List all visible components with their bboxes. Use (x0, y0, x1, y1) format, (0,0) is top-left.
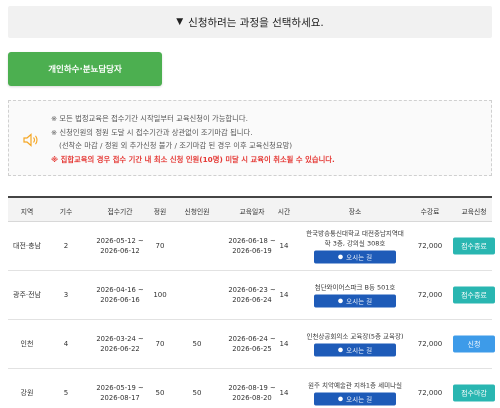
place-line-2: 학 3층, 강의실 308호 (324, 239, 386, 248)
directions-label: 오시는 길 (346, 253, 373, 261)
cell-region: 인천 (20, 340, 34, 348)
cell-region: 대전·충남 (13, 242, 41, 250)
header-place: 장소 (348, 208, 362, 216)
cell-status: 접수마감 (452, 384, 496, 402)
directions-label: 오시는 길 (346, 346, 373, 354)
notice-warning: ※ 집합교육의 경우 접수 기간 내 최소 신청 인원(10명) 미달 시 교육… (51, 154, 335, 164)
cell-quota: 70 (155, 340, 165, 348)
directions-button[interactable]: ● 오시는 길 (314, 392, 396, 406)
place-line-1: 인천상공회의소 교육장(5층 교육장) (306, 332, 404, 341)
header-time: 시간 (277, 208, 291, 216)
apply-button[interactable]: 신청 (453, 335, 495, 353)
cell-fee: 72,000 (417, 389, 443, 397)
header-status: 교육신청 (461, 208, 487, 216)
notice-line-3: (선착순 마감 / 정원 외 추가신청 불가 / 조기마감 된 경우 이후 교육… (59, 141, 293, 150)
location-pin-icon: ● (337, 346, 344, 353)
header-region: 지역 (20, 208, 34, 216)
cell-status: 접수종료 (452, 237, 496, 255)
directions-label: 오시는 길 (346, 395, 373, 403)
cell-fee: 72,000 (417, 340, 443, 348)
course-button[interactable]: 개인하수·분뇨담당자 (8, 52, 162, 86)
table-row: 광주·전남 3 2026-04-16 ~ 2026-06-16 100 2026… (8, 271, 495, 320)
banner-text: 신청하려는 과정을 선택하세요. (188, 16, 324, 29)
cell-fee: 72,000 (417, 242, 443, 250)
location-pin-icon: ● (337, 253, 344, 260)
speaker-icon (23, 133, 38, 147)
cell-place: 한국방송통신대학교 대전충남지역대 학 3층, 강의실 308호 ● 오시는 길 (296, 229, 414, 264)
notice-box: ※ 모든 법정교육은 접수기간 시작일부터 교육신청이 가능합니다. ※ 신청인… (8, 100, 492, 176)
place-line-1: 원주 치악예술관 지하1층 세미나실 (307, 381, 403, 390)
table-header: 지역 기수 접수기간 정원 신청인원 교육일자 시간 장소 수강료 교육신청 (8, 198, 492, 222)
cell-time: 14 (279, 242, 289, 250)
header-applied: 신청인원 (184, 208, 210, 216)
table-row: 강원 5 2026-05-19 ~ 2026-08-17 50 50 2026-… (8, 369, 495, 408)
cell-fee: 72,000 (417, 291, 443, 299)
cell-time: 14 (279, 389, 289, 397)
table-row: 대전·충남 2 2026-05-12 ~ 2026-06-12 70 2026-… (8, 222, 495, 271)
cell-term: 2 (63, 242, 69, 250)
cell-region: 강원 (20, 389, 34, 397)
cell-status: 신청 (452, 335, 496, 353)
triangle-down-icon: ▼ (176, 17, 184, 27)
header-term: 기수 (59, 208, 73, 216)
cell-time: 14 (279, 340, 289, 348)
notice-line-2: ※ 신청인원의 정원 도달 시 접수기간과 상관없이 조기마감 됩니다. (51, 127, 253, 137)
cell-place: 원주 치악예술관 지하1층 세미나실 ● 오시는 길 (296, 381, 414, 406)
table-row: 인천 4 2026-03-24 ~ 2026-06-22 70 50 2026-… (8, 320, 495, 369)
cell-quota: 50 (155, 389, 165, 397)
cell-time: 14 (279, 291, 289, 299)
place-line-1: 한국방송통신대학교 대전충남지역대 (306, 229, 404, 238)
directions-button[interactable]: ● 오시는 길 (314, 343, 396, 357)
cell-status: 접수종료 (452, 286, 496, 304)
cell-quota: 100 (153, 291, 167, 299)
notice-line-1: ※ 모든 법정교육은 접수기간 시작일부터 교육신청이 가능합니다. (51, 114, 248, 123)
status-full-button[interactable]: 접수마감 (453, 384, 495, 402)
cell-term: 5 (63, 389, 69, 397)
course-table: 지역 기수 접수기간 정원 신청인원 교육일자 시간 장소 수강료 교육신청 대… (8, 196, 495, 408)
cell-applied: 50 (192, 389, 202, 397)
cell-quota: 70 (155, 242, 165, 250)
status-closed-button[interactable]: 접수종료 (453, 286, 495, 304)
directions-button[interactable]: ● 오시는 길 (314, 294, 396, 308)
location-pin-icon: ● (337, 297, 344, 304)
cell-place: 인천상공회의소 교육장(5층 교육장) ● 오시는 길 (296, 332, 414, 357)
directions-button[interactable]: ● 오시는 길 (314, 250, 396, 264)
header-fee: 수강료 (420, 208, 440, 216)
cell-region: 광주·전남 (13, 291, 41, 299)
cell-term: 3 (63, 291, 69, 299)
directions-label: 오시는 길 (346, 297, 373, 305)
cell-applied: 50 (192, 340, 202, 348)
status-closed-button[interactable]: 접수종료 (453, 237, 495, 255)
header-quota: 정원 (153, 208, 167, 216)
course-select-banner[interactable]: ▼ 신청하려는 과정을 선택하세요. (8, 6, 492, 38)
cell-place: 첨단와이어스파크 B동 501호 ● 오시는 길 (296, 283, 414, 308)
place-line-1: 첨단와이어스파크 B동 501호 (314, 283, 396, 292)
cell-term: 4 (63, 340, 69, 348)
location-pin-icon: ● (337, 395, 344, 402)
